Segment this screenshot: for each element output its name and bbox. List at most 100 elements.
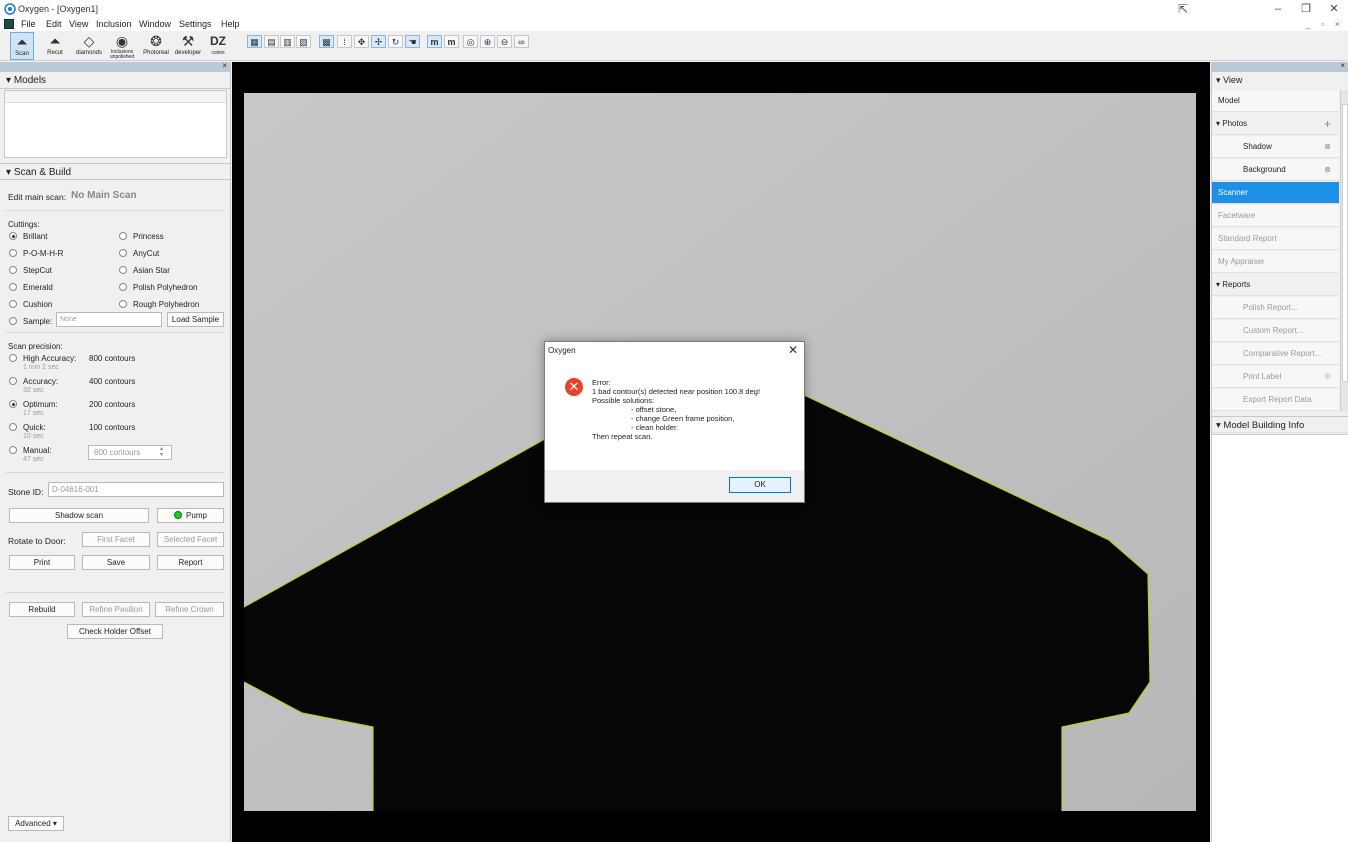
pump-button[interactable]: Pump [157, 508, 224, 523]
bar-icon[interactable]: ⁞ [337, 35, 352, 48]
menu-file[interactable]: File [21, 19, 36, 29]
models-header[interactable]: ▾ Models [0, 72, 230, 89]
radio-manual[interactable] [9, 446, 17, 454]
photoreal-button[interactable]: ❂ Photoreal [140, 32, 172, 60]
move-icon[interactable]: ✥ [354, 35, 369, 48]
report-item-export-data[interactable]: Export Report Data [1212, 389, 1339, 411]
menu-window[interactable]: Window [139, 19, 171, 29]
view-item-standard-report[interactable]: Standard Report [1212, 228, 1339, 250]
recut-button[interactable]: ⏶ Recut [44, 32, 66, 60]
scan-build-header[interactable]: ▾ Scan & Build [0, 163, 230, 180]
menu-edit[interactable]: Edit [46, 19, 62, 29]
layout-single-icon[interactable]: ▦ [247, 35, 262, 48]
radio-brillant[interactable] [9, 232, 17, 240]
remove-background-icon[interactable]: ⊗ [1324, 159, 1331, 181]
radio-asian-star[interactable] [119, 266, 127, 274]
radio-stepcut[interactable] [9, 266, 17, 274]
load-sample-button[interactable]: Load Sample [167, 312, 224, 327]
hand-icon[interactable]: ☚ [405, 35, 420, 48]
accuracy-time: 32 sec [23, 387, 44, 394]
cutting-polish-polyhedron-label: Polish Polyhedron [133, 283, 198, 292]
dz-colors-button[interactable]: DZ colors [206, 32, 230, 60]
restore-button[interactable]: ❐ [1292, 2, 1320, 16]
dialog-close-button[interactable]: ✕ [788, 343, 798, 357]
spin-arrows-icon[interactable]: ▴ ▾ [160, 446, 163, 458]
radio-optimum[interactable] [9, 400, 17, 408]
developer-button[interactable]: ⚒ developer [172, 32, 204, 60]
zoom-out-icon[interactable]: ⊖ [497, 35, 512, 48]
diamonds-button[interactable]: ◇ diamonds [74, 32, 104, 60]
view-item-scanner[interactable]: Scanner [1212, 182, 1339, 204]
menu-inclusion[interactable]: Inclusion [96, 19, 132, 29]
rebuild-button[interactable]: Rebuild [9, 602, 75, 617]
radio-high-accuracy[interactable] [9, 354, 17, 362]
layout-quad-icon[interactable]: ▥ [280, 35, 295, 48]
m4-icon[interactable]: m [444, 35, 459, 48]
photos-header[interactable]: ▾ Photos + [1212, 113, 1339, 135]
close-button[interactable]: ✕ [1320, 2, 1348, 16]
models-list[interactable] [4, 90, 227, 158]
radio-sample[interactable] [9, 317, 17, 325]
cutting-cushion-label: Cushion [23, 300, 53, 309]
photo-item-background[interactable]: Background ⊗ [1212, 159, 1339, 181]
report-item-print-label[interactable]: Print Label ⚙ [1212, 366, 1339, 388]
rotate-icon[interactable]: ↻ [388, 35, 403, 48]
view-item-model[interactable]: Model [1212, 90, 1339, 112]
check-holder-offset-button[interactable]: Check Holder Offset [67, 624, 163, 639]
menu-help[interactable]: Help [221, 19, 240, 29]
menu-view[interactable]: View [69, 19, 88, 29]
view-scrollbar[interactable] [1340, 90, 1348, 412]
advanced-button[interactable]: Advanced ▾ [8, 816, 64, 831]
radio-anycut[interactable] [119, 249, 127, 257]
pan-icon[interactable]: ✢ [371, 35, 386, 48]
minimize-button[interactable]: – [1264, 2, 1292, 16]
reports-header[interactable]: ▾ Reports [1212, 274, 1339, 296]
view-item-my-appraiser[interactable]: My Appraiser [1212, 251, 1339, 273]
radio-quick[interactable] [9, 423, 17, 431]
inclusions-button[interactable]: ◉ Inclusions unpolished [106, 32, 138, 60]
right-dock-close-icon[interactable]: × [1340, 61, 1345, 70]
add-photo-icon[interactable]: + [1324, 113, 1331, 135]
radio-accuracy[interactable] [9, 377, 17, 385]
eye-view-icon[interactable]: ◎ [463, 35, 478, 48]
left-dock-close-icon[interactable]: × [222, 61, 227, 70]
zoom-in-icon[interactable]: ⊕ [480, 35, 495, 48]
first-facet-button[interactable]: First Facet [82, 532, 150, 547]
view-header[interactable]: ▾ View [1212, 72, 1339, 88]
radio-rough-polyhedron[interactable] [119, 300, 127, 308]
menu-settings[interactable]: Settings [179, 19, 212, 29]
layout-triple-icon[interactable]: ▧ [296, 35, 311, 48]
radio-emerald[interactable] [9, 283, 17, 291]
gear-icon[interactable]: ⚙ [1324, 366, 1331, 388]
save-button[interactable]: Save [82, 555, 150, 570]
refine-pavilion-button[interactable]: Refine Pavilion [82, 602, 150, 617]
radio-princess[interactable] [119, 232, 127, 240]
ok-button[interactable]: OK [729, 477, 791, 493]
model-building-info-header[interactable]: ▾ Model Building Info [1212, 416, 1348, 433]
print-button[interactable]: Print [9, 555, 75, 570]
radio-pomhr[interactable] [9, 249, 17, 257]
radio-cushion[interactable] [9, 300, 17, 308]
m1-icon[interactable]: m [427, 35, 442, 48]
stone-id-input[interactable]: D-04616-001 [48, 482, 224, 497]
report-button[interactable]: Report [157, 555, 224, 570]
report-item-custom[interactable]: Custom Report... [1212, 320, 1339, 342]
scan-button[interactable]: ⏶ Scan [10, 32, 34, 60]
layout-split-icon[interactable]: ▤ [264, 35, 279, 48]
sample-input[interactable]: None [56, 312, 162, 327]
scrollbar-thumb[interactable] [1342, 104, 1348, 382]
view-item-facetware[interactable]: Facetware [1212, 205, 1339, 227]
remove-shadow-icon[interactable]: ⊗ [1324, 136, 1331, 158]
edit-main-scan-label: Edit main scan: [8, 192, 67, 202]
shadow-scan-button[interactable]: Shadow scan [9, 508, 149, 523]
app-icon[interactable] [4, 19, 14, 29]
glasses-icon[interactable]: ∞ [514, 35, 529, 48]
report-item-comparative[interactable]: Comparative Report... [1212, 343, 1339, 365]
radio-polish-polyhedron[interactable] [119, 283, 127, 291]
selected-facet-button[interactable]: Selected Facet [157, 532, 224, 547]
refine-crown-button[interactable]: Refine Crown [155, 602, 224, 617]
photo-item-shadow[interactable]: Shadow ⊗ [1212, 136, 1339, 158]
grid-icon[interactable]: ▩ [319, 35, 334, 48]
report-item-polish[interactable]: Polish Report... [1212, 297, 1339, 319]
mdi-controls[interactable]: _ ▫ × [1306, 19, 1344, 29]
